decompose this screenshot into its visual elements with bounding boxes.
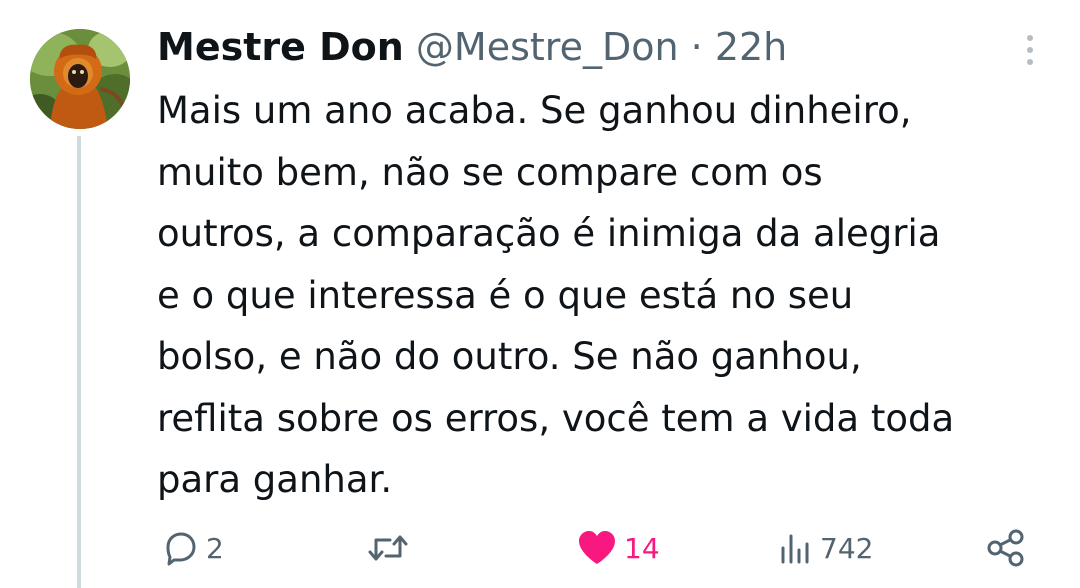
tweet-text-line: muito bem, não se compare com os (157, 150, 823, 194)
tweet-text: Mais um ano acaba. Se ganhou dinheiro, m… (157, 80, 1057, 511)
retweet-button[interactable] (366, 520, 416, 576)
reply-icon (166, 532, 196, 566)
tweet-text-line: para ganhar. (157, 458, 393, 501)
tweet-text-line: reflita sobre os erros, você tem a vida … (157, 396, 955, 440)
avatar[interactable] (30, 29, 130, 129)
separator-dot: · (690, 25, 703, 69)
tweet-header: Mestre Don @Mestre_Don · 22h (157, 22, 787, 72)
like-count: 14 (624, 531, 660, 565)
heart-icon (579, 531, 615, 564)
monkey-avatar-icon (30, 29, 130, 129)
tweet-text-line: bolso, e não do outro. Se não ganhou, (157, 335, 862, 378)
timestamp[interactable]: 22h (715, 25, 787, 69)
tweet-text-line: Mais um ano acaba. Se ganhou dinheiro, (157, 89, 912, 132)
share-icon (987, 529, 1024, 567)
author-name[interactable]: Mestre Don (157, 25, 404, 69)
tweet[interactable]: Mestre Don @Mestre_Don · 22h Mais um ano… (0, 0, 1080, 588)
views-icon (781, 534, 809, 564)
author-handle[interactable]: @Mestre_Don (416, 25, 679, 69)
more-vertical-icon[interactable] (1018, 30, 1042, 70)
reply-count: 2 (206, 531, 224, 565)
action-bar: 2 14 742 (0, 520, 1080, 576)
share-button[interactable] (986, 520, 1026, 576)
views-button[interactable]: 742 (778, 520, 873, 576)
tweet-text-line: e o que interessa é o que está no seu (157, 273, 854, 317)
views-count: 742 (820, 531, 874, 565)
tweet-text-line: outros, a comparação é inimiga da alegri… (157, 212, 941, 255)
like-button[interactable]: 14 (576, 520, 660, 576)
reply-button[interactable]: 2 (160, 520, 224, 576)
retweet-icon (368, 535, 408, 561)
